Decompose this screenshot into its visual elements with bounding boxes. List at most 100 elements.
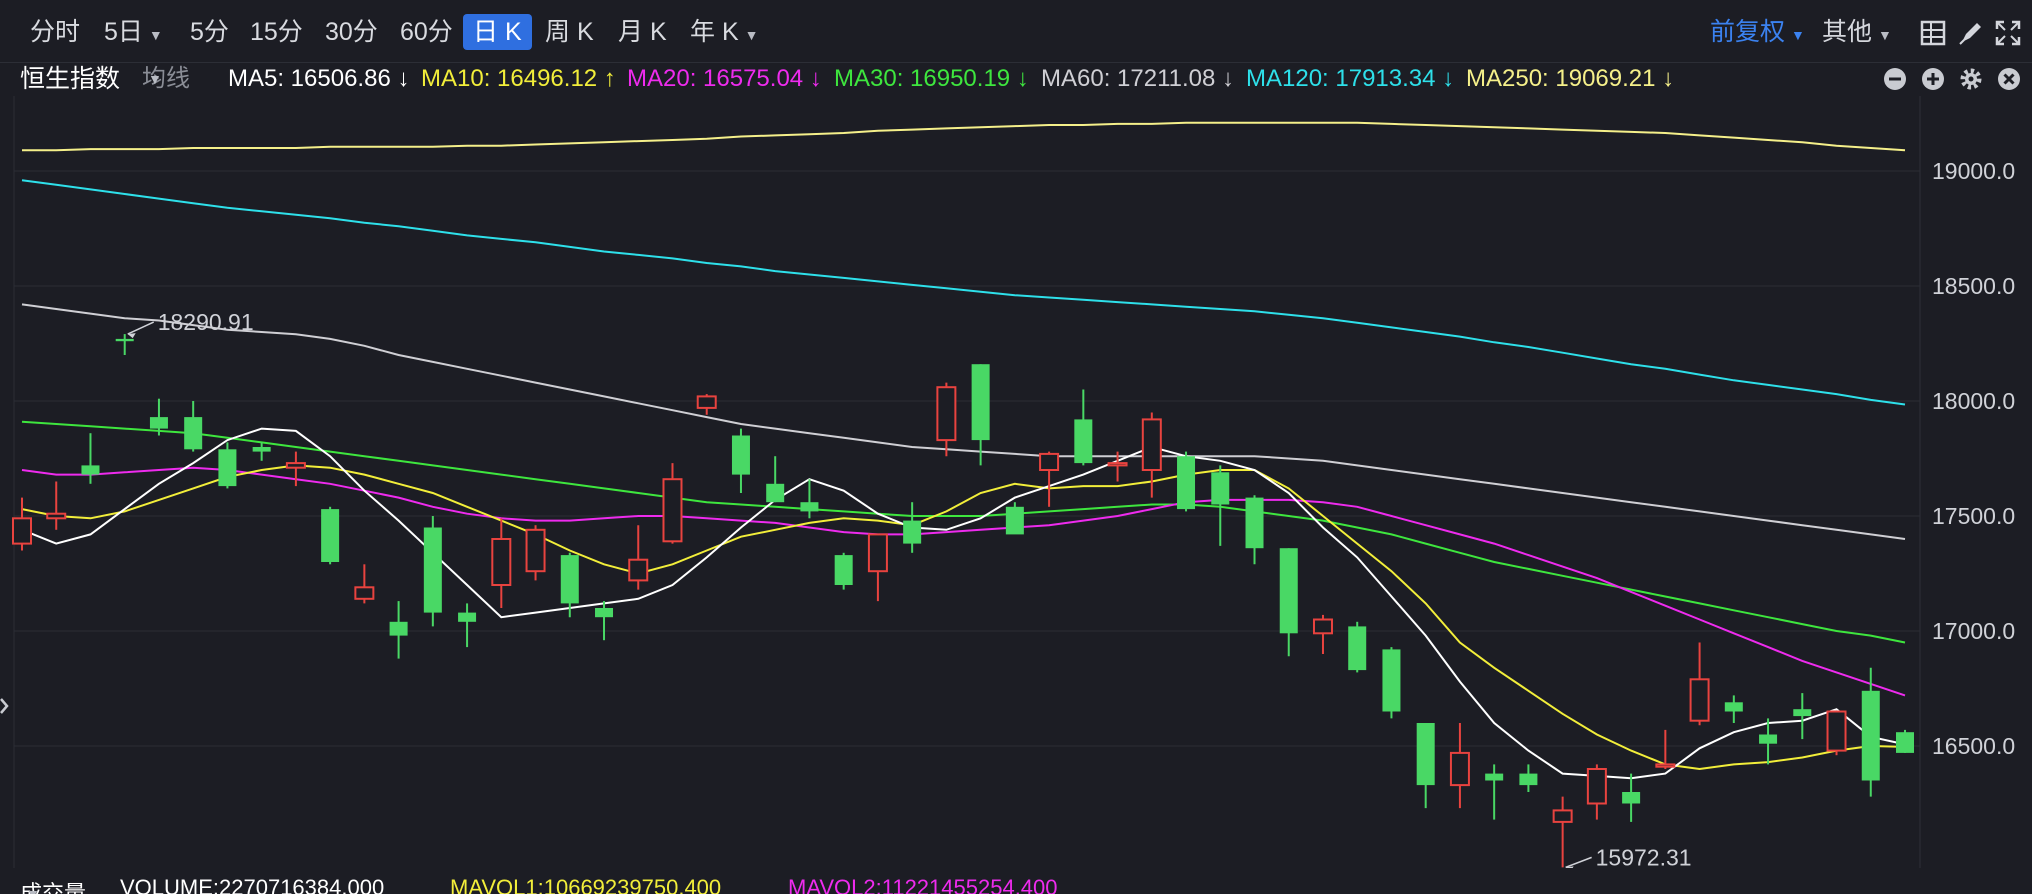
- candle: [115, 334, 134, 355]
- high-price-label: 18290.91: [158, 309, 254, 335]
- tab-timeframe[interactable]: 分时: [20, 14, 90, 50]
- other-dropdown[interactable]: 其他 ▼: [1822, 14, 1892, 50]
- candle-body: [321, 509, 340, 562]
- gear-icon[interactable]: [1958, 66, 1984, 92]
- candle: [1724, 695, 1743, 723]
- fullscreen-icon[interactable]: [1995, 20, 2021, 46]
- tab-timeframe[interactable]: 日 K: [463, 14, 532, 50]
- candle: [1552, 796, 1573, 868]
- grid-layout-icon[interactable]: [1920, 20, 1946, 46]
- candle-body: [46, 512, 67, 520]
- candle: [936, 382, 957, 457]
- candle-body: [184, 417, 203, 450]
- candle: [1826, 710, 1847, 756]
- chevron-down-icon: ▼: [1791, 27, 1805, 43]
- adjust-label: 前复权: [1710, 18, 1786, 46]
- candle: [525, 525, 546, 581]
- tab-timeframe[interactable]: 5分: [180, 14, 239, 50]
- candle-body: [1074, 419, 1093, 464]
- candle: [1449, 723, 1470, 809]
- candle-body: [867, 533, 888, 573]
- candle: [423, 516, 442, 627]
- low-price-label: 15972.31: [1596, 844, 1692, 868]
- expand-arrow-icon[interactable]: [0, 695, 10, 717]
- minus-circle-icon[interactable]: [1882, 66, 1908, 92]
- ma30-value: MA30: 16950.19 ↓: [834, 65, 1029, 92]
- candle-body: [1861, 690, 1880, 781]
- candle: [1416, 723, 1435, 809]
- tab-timeframe[interactable]: 60分: [390, 14, 463, 50]
- tab-timeframe[interactable]: 30分: [315, 14, 388, 50]
- candle-body: [525, 528, 546, 573]
- candle-body: [1245, 497, 1264, 549]
- candle: [1005, 502, 1024, 535]
- candle-body: [1005, 506, 1024, 535]
- tab-label: 月 K: [618, 18, 667, 46]
- ma20-value: MA20: 16575.04 ↓: [627, 65, 822, 92]
- candle: [354, 564, 375, 604]
- candle-body: [800, 502, 819, 512]
- candle-body: [903, 520, 922, 544]
- candle: [696, 394, 717, 415]
- candle: [1655, 729, 1676, 769]
- candles: [12, 334, 1914, 868]
- index-name: 恒生指数: [20, 65, 121, 93]
- y-tick-label: 18500.0: [1932, 273, 2015, 299]
- close-icon[interactable]: [1996, 66, 2022, 92]
- candle-body: [1622, 792, 1641, 804]
- ma-line-ma10: [21, 464, 1906, 771]
- volume-indicator-bar: 成交量 ▼ VOLUME:2270716384.000 MAVOL1:106692…: [0, 870, 2032, 894]
- y-tick-label: 17000.0: [1932, 618, 2015, 644]
- candle-body: [1793, 709, 1812, 717]
- candle-body: [696, 395, 717, 409]
- candle: [1622, 773, 1641, 822]
- candle-body: [458, 612, 477, 622]
- candle: [595, 601, 614, 641]
- tab-timeframe[interactable]: 年 K ▼: [680, 14, 768, 50]
- candle: [1382, 647, 1401, 719]
- candle-body: [1141, 418, 1162, 471]
- candle: [1793, 693, 1812, 740]
- candle-body: [731, 435, 750, 475]
- candle: [800, 479, 819, 519]
- tab-label: 分时: [30, 18, 81, 46]
- candle-body: [1655, 763, 1676, 768]
- chevron-down-icon: ▼: [148, 27, 163, 43]
- tab-timeframe[interactable]: 周 K: [535, 14, 604, 50]
- price-axis: 19000.0 18500.0 18000.0 17500.0 17000.0 16500…: [1932, 158, 2015, 759]
- candle: [12, 497, 32, 551]
- tab-label: 年 K: [690, 18, 739, 46]
- tab-timeframe[interactable]: 15分: [240, 14, 313, 50]
- ma-line-ma250: [22, 121, 1906, 152]
- candle-body: [1107, 462, 1128, 467]
- tab-timeframe[interactable]: 月 K: [608, 14, 677, 50]
- candle: [252, 442, 271, 461]
- y-tick-label: 17500.0: [1932, 503, 2015, 529]
- candle: [81, 433, 100, 484]
- candle-body: [1348, 626, 1367, 671]
- plus-circle-icon[interactable]: [1920, 66, 1946, 92]
- candle: [1177, 451, 1196, 512]
- adjust-dropdown[interactable]: 前复权 ▼: [1710, 14, 1805, 50]
- candle: [1519, 764, 1538, 792]
- candle-body: [149, 417, 168, 429]
- candle: [628, 525, 649, 590]
- tab-label: 5日: [104, 18, 143, 46]
- candle: [1039, 451, 1060, 507]
- chevron-down-icon: ▼: [1878, 27, 1892, 43]
- candle: [1586, 764, 1607, 820]
- candle: [458, 603, 477, 648]
- ma10-value: MA10: 16496.12 ↑: [421, 65, 616, 92]
- candle-body: [491, 538, 512, 586]
- candle: [903, 502, 922, 553]
- ma250-value: MA250: 19069.21 ↓: [1466, 65, 1675, 92]
- tab-label: 5分: [190, 18, 229, 46]
- pen-draw-icon[interactable]: [1958, 20, 1984, 46]
- tab-timeframe[interactable]: 5日 ▼: [94, 14, 173, 50]
- candlestick-chart[interactable]: 19000.0 18500.0 18000.0 17500.0 17000.0 16500…: [0, 96, 2032, 868]
- candle: [662, 463, 683, 544]
- candle-body: [1449, 751, 1470, 787]
- candle: [184, 401, 203, 452]
- candle-body: [936, 386, 957, 442]
- candle: [321, 506, 340, 565]
